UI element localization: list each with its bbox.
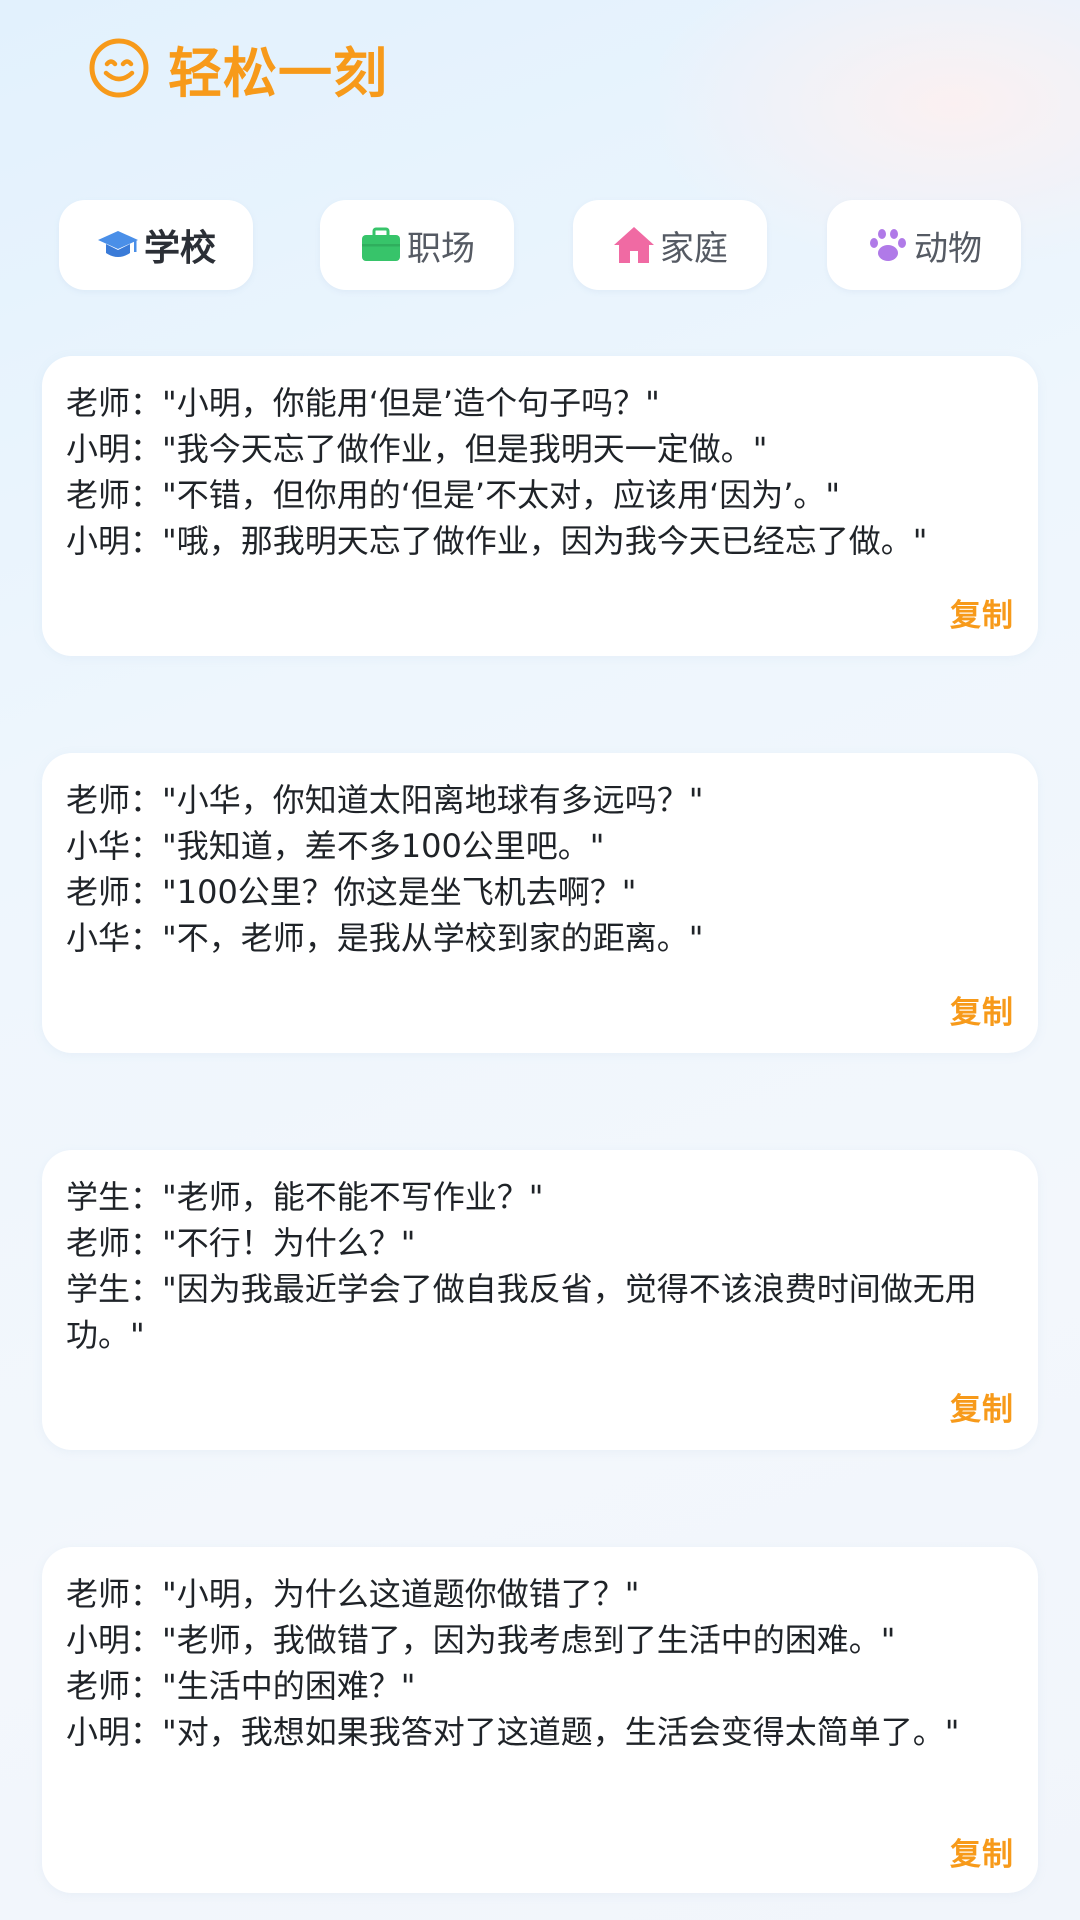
joke-card: 老师："小明，为什么这道题你做错了？" 小明："老师，我做错了，因为我考虑到了生… (42, 1547, 1038, 1893)
tab-family[interactable]: 家庭 (573, 200, 767, 290)
joke-line: 老师："不错，但你用的‘但是’不太对，应该用‘因为’。" (66, 476, 841, 514)
joke-line: 老师："不行！为什么？" (66, 1224, 416, 1262)
joke-line: 学生："老师，能不能不写作业？" (66, 1178, 544, 1216)
joke-line: 小华："我知道，差不多100公里吧。" (66, 827, 605, 865)
joke-line: 小明："对，我想如果我答对了这道题，生活会变得太简单了。" (66, 1713, 960, 1751)
app-header: 轻松一刻 (88, 32, 388, 105)
tab-label: 家庭 (660, 228, 728, 269)
copy-button[interactable]: 复制 (950, 590, 1014, 635)
app-title: 轻松一刻 (168, 41, 388, 105)
copy-button[interactable]: 复制 (950, 1829, 1014, 1874)
joke-line: 老师："100公里？你这是坐飞机去啊？" (66, 873, 637, 911)
joke-card: 学生："老师，能不能不写作业？" 老师："不行！为什么？" 学生："因为我最近学… (42, 1150, 1038, 1450)
joke-line: 老师："生活中的困难？" (66, 1667, 416, 1705)
joke-text: 学生："老师，能不能不写作业？" 老师："不行！为什么？" 学生："因为我最近学… (66, 1174, 1014, 1358)
joke-line: 学生："因为我最近学会了做自我反省，觉得不该浪费时间做无用功。" (66, 1270, 977, 1354)
joke-text: 老师："小明，为什么这道题你做错了？" 小明："老师，我做错了，因为我考虑到了生… (66, 1571, 1014, 1755)
copy-button[interactable]: 复制 (950, 1384, 1014, 1429)
tab-label: 动物 (914, 228, 982, 269)
joke-line: 老师："小华，你知道太阳离地球有多远吗？" (66, 781, 704, 819)
joke-card: 老师："小华，你知道太阳离地球有多远吗？" 小华："我知道，差不多100公里吧。… (42, 753, 1038, 1053)
joke-line: 老师："小明，你能用‘但是’造个句子吗？" (66, 384, 660, 422)
tab-school[interactable]: 学校 (59, 200, 253, 290)
joke-line: 小明："老师，我做错了，因为我考虑到了生活中的困难。" (66, 1621, 896, 1659)
tab-workplace[interactable]: 职场 (320, 200, 514, 290)
briefcase-icon (362, 227, 400, 261)
category-tabs: 学校 职场 家庭 动物 (0, 200, 1080, 290)
copy-button[interactable]: 复制 (950, 987, 1014, 1032)
joke-text: 老师："小明，你能用‘但是’造个句子吗？" 小明："我今天忘了做作业，但是我明天… (66, 380, 1014, 564)
house-icon (614, 227, 654, 263)
joke-line: 老师："小明，为什么这道题你做错了？" (66, 1575, 640, 1613)
paw-icon (870, 229, 906, 261)
smiley-icon (89, 38, 149, 98)
joke-line: 小明："我今天忘了做作业，但是我明天一定做。" (66, 430, 768, 468)
joke-text: 老师："小华，你知道太阳离地球有多远吗？" 小华："我知道，差不多100公里吧。… (66, 777, 1014, 961)
graduation-cap-icon (97, 231, 138, 257)
joke-card: 老师："小明，你能用‘但是’造个句子吗？" 小明："我今天忘了做作业，但是我明天… (42, 356, 1038, 656)
tab-animals[interactable]: 动物 (827, 200, 1021, 290)
joke-line: 小华："不，老师，是我从学校到家的距离。" (66, 919, 704, 957)
tab-label: 学校 (143, 228, 216, 269)
joke-line: 小明："哦，那我明天忘了做作业，因为我今天已经忘了做。" (66, 522, 928, 560)
tab-label: 职场 (407, 228, 475, 269)
